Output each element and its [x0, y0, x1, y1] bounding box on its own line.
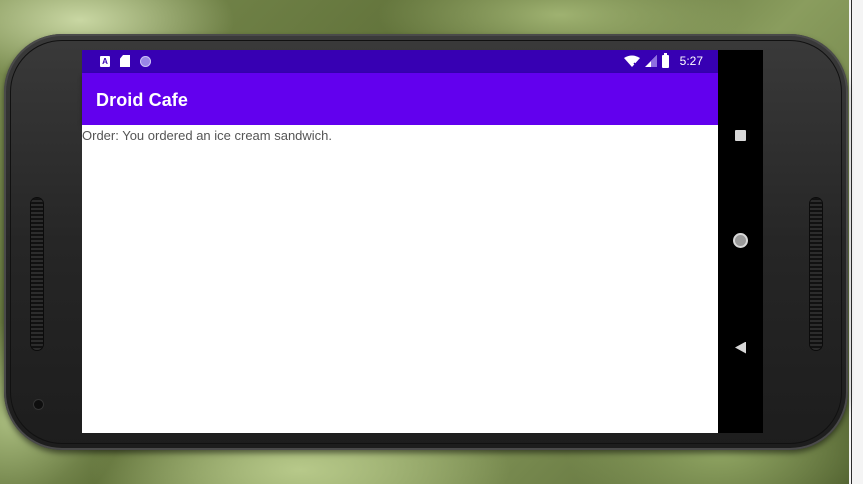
home-button[interactable] — [733, 233, 748, 248]
keyboard-a-icon: A — [100, 55, 110, 67]
app-title: Droid Cafe — [96, 90, 189, 110]
window-edge — [849, 0, 863, 484]
wifi-icon — [623, 55, 640, 67]
left-speaker-grille — [31, 198, 43, 350]
navigation-bar — [718, 50, 763, 433]
sd-card-icon — [120, 55, 130, 67]
signal-icon — [644, 55, 657, 67]
app-toolbar: Droid Cafe — [82, 73, 718, 125]
back-button[interactable] — [733, 340, 748, 355]
back-icon — [735, 341, 746, 354]
home-icon — [733, 233, 748, 248]
recents-button[interactable] — [733, 128, 748, 143]
status-bar: A 5:27 — [82, 50, 718, 73]
front-camera — [34, 400, 43, 409]
circle-notification-icon — [140, 55, 151, 67]
right-speaker-grille — [810, 198, 822, 350]
recents-icon — [735, 130, 746, 141]
order-message: Order: You ordered an ice cream sandwich… — [82, 128, 333, 143]
status-time: 5:27 — [679, 54, 703, 68]
battery-icon — [661, 52, 669, 68]
order-content-area: Order: You ordered an ice cream sandwich… — [82, 125, 718, 433]
device-screen: A 5:27 Droid Cafe Order: You ordered an … — [82, 50, 763, 433]
